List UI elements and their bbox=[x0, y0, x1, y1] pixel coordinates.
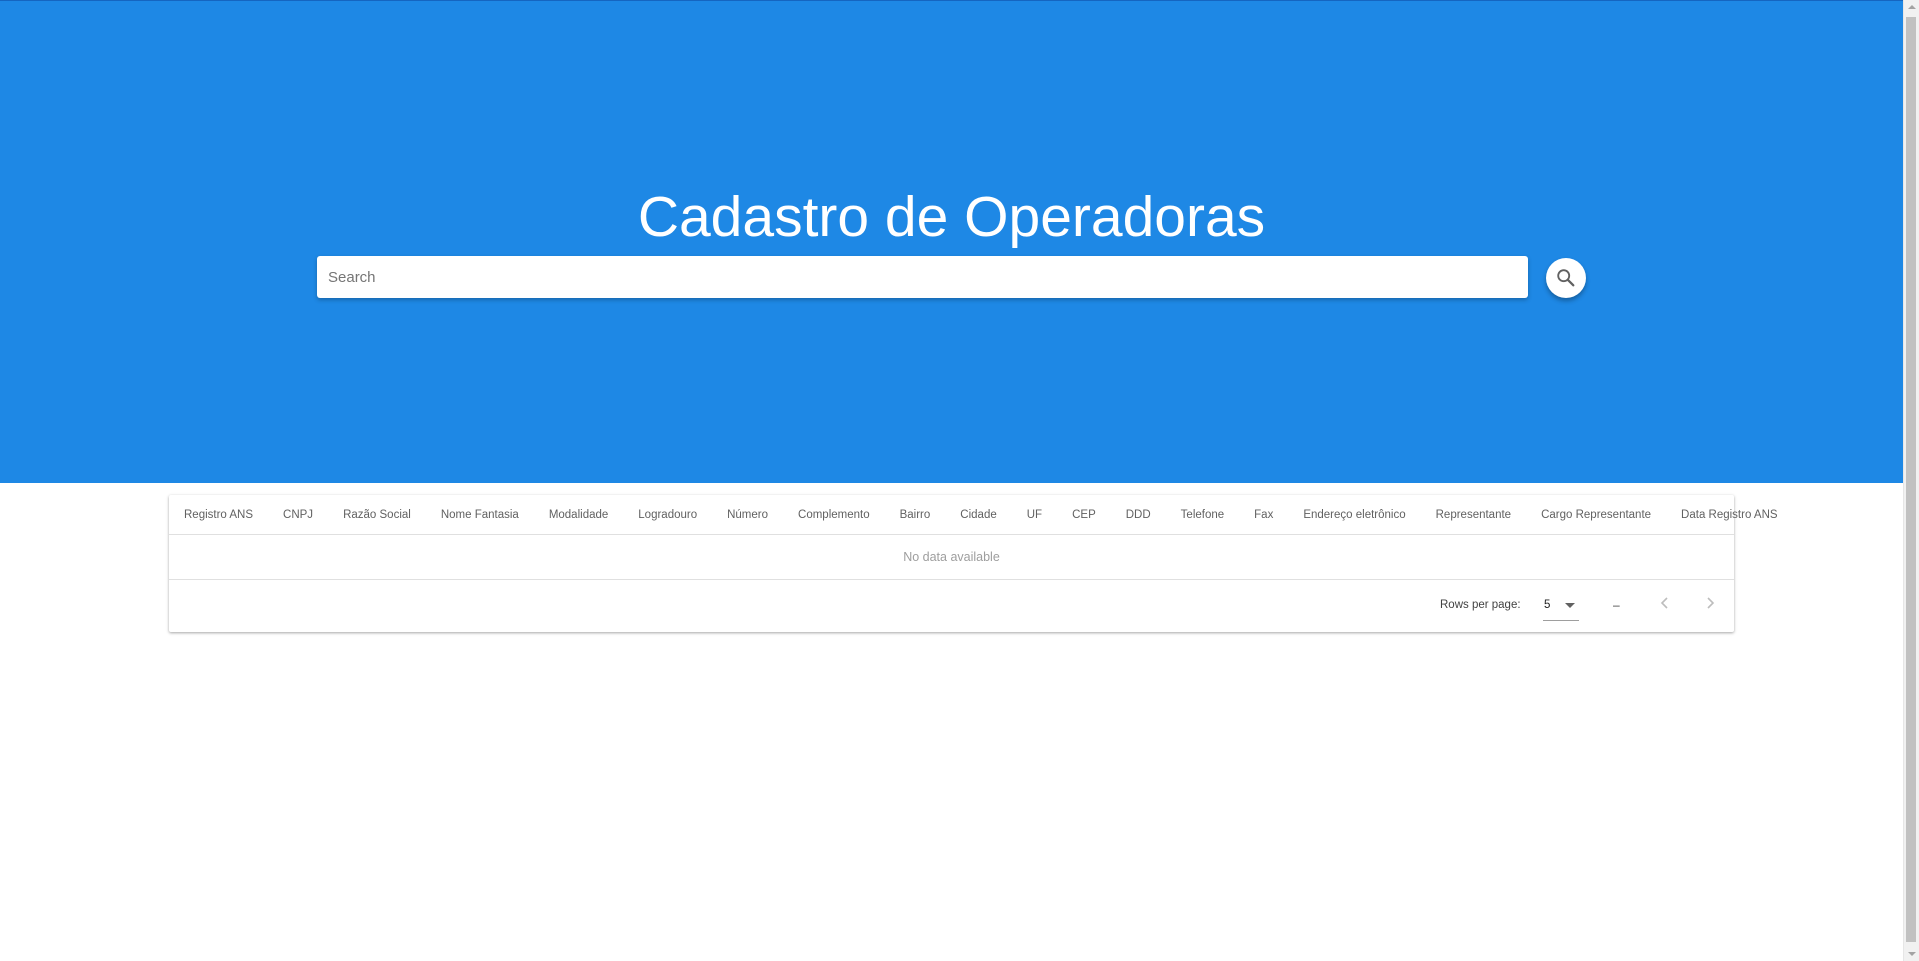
column-header[interactable]: Cargo Representante bbox=[1541, 509, 1651, 521]
column-header[interactable]: CNPJ bbox=[283, 509, 313, 521]
previous-page-button[interactable] bbox=[1652, 592, 1678, 618]
page: Cadastro de Operadoras Registro ANSCNPJR… bbox=[0, 0, 1919, 961]
column-header[interactable]: Número bbox=[727, 509, 768, 521]
rows-per-page-select[interactable]: 5 bbox=[1543, 592, 1579, 621]
page-title: Cadastro de Operadoras bbox=[637, 185, 1266, 249]
chevron-down-icon bbox=[1565, 603, 1575, 608]
table-footer: Rows per page: 5 – bbox=[169, 580, 1734, 632]
column-header[interactable]: Modalidade bbox=[549, 509, 608, 521]
search-button[interactable] bbox=[1546, 258, 1586, 298]
column-header[interactable]: Complemento bbox=[798, 509, 870, 521]
column-header[interactable]: Razão Social bbox=[343, 509, 411, 521]
table-header-row: Registro ANS CNPJ Razão Social Nome Fantasi… bbox=[169, 495, 1778, 535]
column-header[interactable]: Bairro bbox=[900, 509, 931, 521]
search-icon bbox=[1555, 267, 1577, 289]
column-header[interactable]: UF bbox=[1027, 509, 1042, 521]
column-header[interactable]: Data Registro ANS bbox=[1681, 509, 1778, 521]
header-banner: Cadastro de Operadoras bbox=[0, 0, 1903, 483]
scrollbar-thumb[interactable] bbox=[1906, 17, 1916, 942]
rows-per-page-value: 5 bbox=[1544, 599, 1551, 611]
column-header[interactable]: CEP bbox=[1072, 509, 1096, 521]
chevron-right-icon bbox=[1703, 596, 1717, 615]
column-header[interactable]: Nome Fantasia bbox=[441, 509, 519, 521]
search-box[interactable] bbox=[317, 256, 1528, 298]
no-data-message: No data available bbox=[169, 535, 1734, 580]
data-table: Registro ANS CNPJ Razão Social Nome Fantasi… bbox=[169, 495, 1778, 632]
search-input[interactable] bbox=[317, 256, 1528, 298]
pagination-range: – bbox=[1613, 598, 1620, 612]
next-page-button[interactable] bbox=[1697, 592, 1723, 618]
column-header[interactable]: Telefone bbox=[1181, 509, 1224, 521]
column-header[interactable]: Representante bbox=[1436, 509, 1511, 521]
rows-per-page-label: Rows per page: bbox=[1440, 599, 1521, 611]
scroll-up-icon[interactable] bbox=[1908, 5, 1916, 9]
column-header[interactable]: Fax bbox=[1254, 509, 1273, 521]
column-header[interactable]: Logradouro bbox=[638, 509, 697, 521]
vertical-scrollbar[interactable] bbox=[1903, 0, 1919, 961]
column-header[interactable]: Cidade bbox=[960, 509, 996, 521]
column-header[interactable]: DDD bbox=[1126, 509, 1151, 521]
chevron-left-icon bbox=[1658, 596, 1672, 615]
scroll-down-icon[interactable] bbox=[1908, 952, 1916, 956]
column-header[interactable]: Registro ANS bbox=[184, 509, 253, 521]
column-header[interactable]: Endereço eletrônico bbox=[1303, 509, 1405, 521]
